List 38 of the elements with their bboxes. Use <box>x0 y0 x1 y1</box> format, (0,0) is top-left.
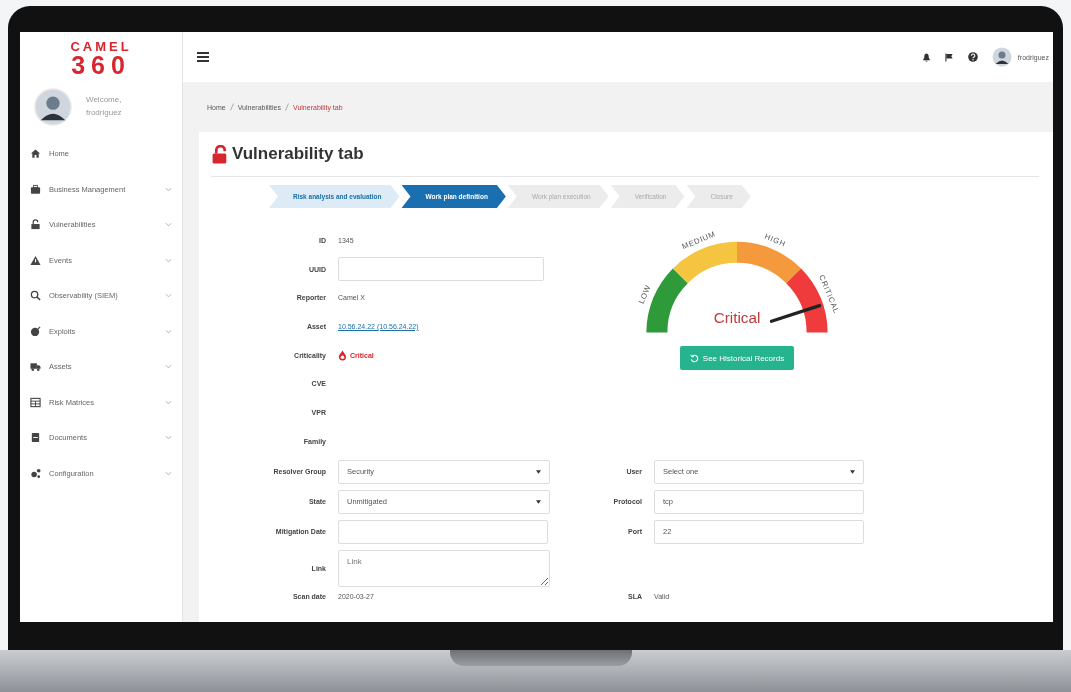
logo: CAMEL 360 <box>70 40 132 78</box>
link-textarea[interactable]: Link <box>338 549 550 587</box>
page-title: Vulnerability tab <box>232 144 364 164</box>
dropdown-caret-icon <box>850 469 855 474</box>
gauge-reading: Critical <box>713 308 761 326</box>
home-icon <box>30 148 41 160</box>
welcome-text: Welcome, <box>86 94 122 107</box>
chevron-icon <box>165 222 172 228</box>
avatar-icon <box>34 88 72 126</box>
chevron-icon <box>165 435 172 441</box>
chevron-icon <box>165 186 172 192</box>
menu-icon[interactable] <box>197 52 209 62</box>
bell-icon[interactable] <box>921 52 931 62</box>
input-field[interactable] <box>338 257 544 282</box>
document-icon <box>30 432 41 444</box>
history-icon <box>689 353 699 363</box>
warning-icon <box>30 254 41 266</box>
input-field[interactable] <box>338 519 548 544</box>
briefcase-icon <box>30 183 41 195</box>
chevron-icon <box>165 293 172 299</box>
flag-icon[interactable] <box>944 52 954 62</box>
breadcrumb-separator-icon <box>285 103 289 111</box>
help-icon[interactable] <box>967 52 978 62</box>
chevron-icon <box>165 470 172 476</box>
chevron-icon <box>165 328 172 334</box>
chevron-icon <box>165 257 172 263</box>
chevron-icon <box>165 364 172 370</box>
chevron-icon <box>165 399 172 405</box>
breadcrumb-separator-icon <box>229 103 234 111</box>
lock-icon <box>30 219 41 231</box>
table-icon <box>30 396 41 408</box>
dropdown-caret-icon <box>536 499 541 504</box>
truck-icon <box>30 361 41 373</box>
avatar-icon[interactable] <box>991 47 1012 67</box>
username-text: frodriguez <box>86 107 122 119</box>
flame-icon <box>338 349 347 361</box>
search-icon <box>30 290 41 302</box>
dropdown-caret-icon <box>536 469 541 474</box>
